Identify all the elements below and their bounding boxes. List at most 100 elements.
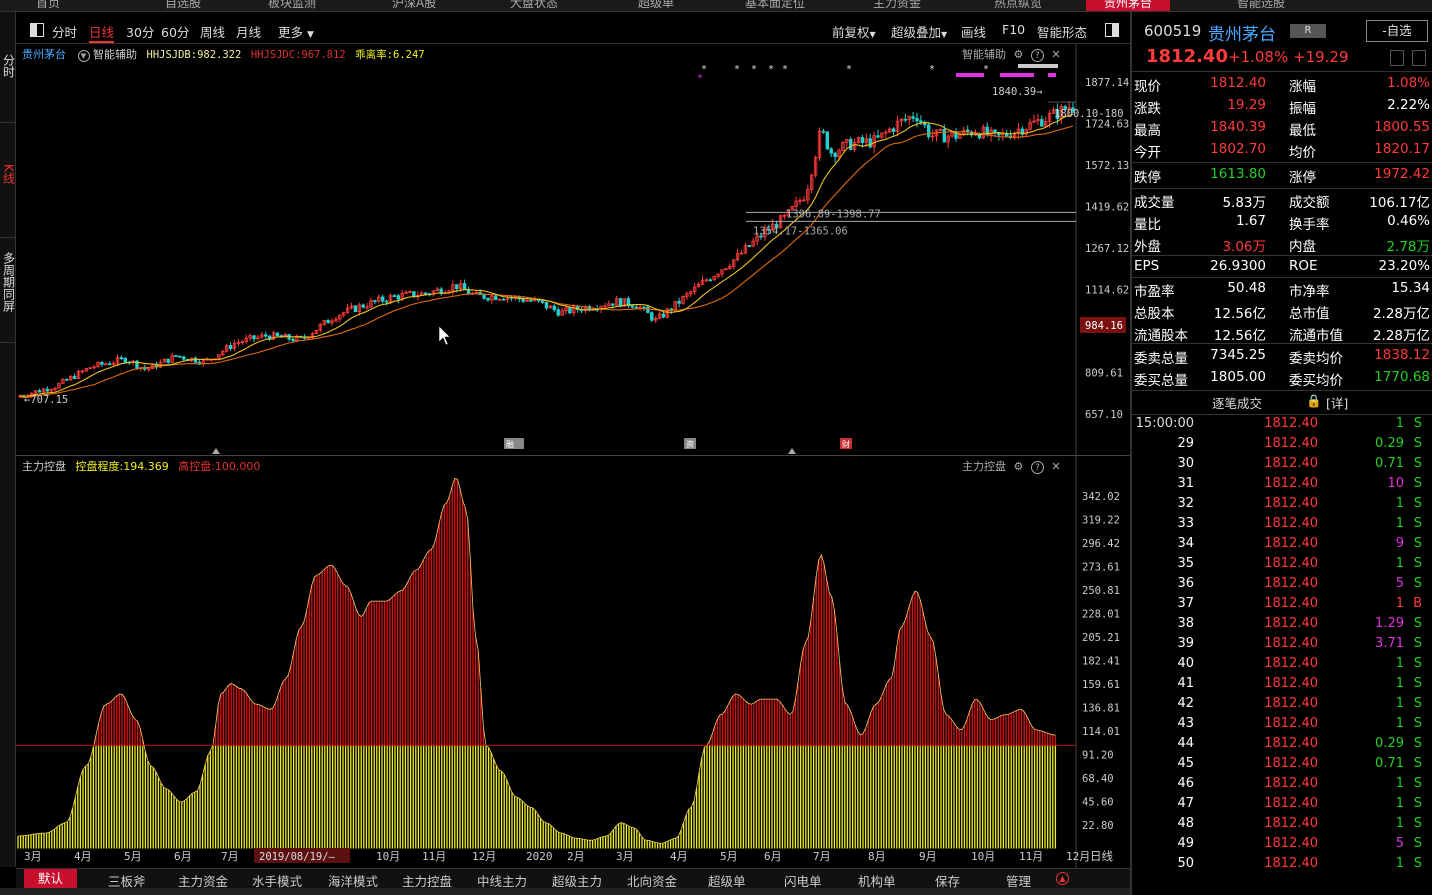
annot-high: 1840.39→ (992, 86, 1043, 98)
tab-more[interactable]: 更多 ▼ (278, 22, 314, 41)
tick-price: 1812.40 (1264, 516, 1318, 531)
panel-toggle-icon[interactable] (30, 23, 44, 37)
help-icon[interactable]: ? (1030, 49, 1044, 62)
overlay-dropdown[interactable]: 超级叠加▼ (891, 22, 947, 41)
kline-svg[interactable]: 1877.14 1724.63 1572.13 1419.62 1267.12 1114.… (16, 44, 1130, 455)
star-marker: * (751, 64, 757, 75)
tab-daily[interactable]: 日线 (89, 22, 115, 43)
tab-monthly[interactable]: 月线 (236, 22, 261, 41)
tick-row: 33 1812.40 1 S (1132, 516, 1432, 536)
tick-price: 1812.40 (1264, 496, 1318, 511)
sidebar-fenshi[interactable]: 分时 (0, 54, 16, 84)
nav-home[interactable]: 首页 (36, 0, 60, 11)
candle-body (646, 306, 650, 314)
tick-side: S (1413, 616, 1422, 631)
indicator-chart[interactable]: 342.02 319.22 296.42 273.61 250.81 228.01 205.… (16, 455, 1130, 868)
y-tick-label: 182.41 (1082, 656, 1120, 668)
assist-label[interactable]: 智能辅助 (93, 48, 137, 61)
candle-body (829, 148, 833, 154)
candle-body (903, 118, 907, 121)
quote-value: 1.67 (1235, 213, 1266, 229)
add-watch-button[interactable]: -自选 (1366, 20, 1428, 42)
nav-stock-tab[interactable]: 贵州茅台 (1086, 0, 1171, 11)
kline-chart[interactable]: 1877.14 1724.63 1572.13 1419.62 1267.12 1114.… (16, 44, 1130, 455)
gear-icon[interactable]: ⚙ (1014, 48, 1024, 61)
x-tick-label: 12月 (472, 850, 496, 863)
nav-fundamentals[interactable]: 基本面定位 (745, 0, 805, 11)
tick-time: 29 (1177, 436, 1194, 451)
indicator-name[interactable]: 主力控盘 (22, 460, 66, 473)
layout-icon[interactable] (1105, 23, 1119, 37)
tick-side: S (1413, 456, 1422, 471)
candle-body (228, 345, 233, 349)
quote-label: 涨跌 (1134, 101, 1161, 117)
x-tick-label: 5月 (124, 850, 142, 863)
assist-right-label: 智能辅助 (962, 48, 1006, 61)
ticks-title[interactable]: 逐笔成交 (1212, 393, 1262, 412)
tick-volume: 1 (1395, 776, 1404, 791)
x-tick-label: 2020 (526, 850, 553, 863)
candle-body (455, 284, 459, 290)
tick-row: 31 1812.40 10 S (1132, 476, 1432, 496)
candle-body (291, 338, 295, 342)
indicator-right-label: 主力控盘 (962, 460, 1006, 473)
left-sidebar: 分时 K线 多周期同屏 (0, 12, 16, 867)
tab-60min[interactable]: 60分 (161, 22, 189, 41)
tab-default[interactable]: 默认 (24, 869, 78, 888)
period-label: 日线 (1090, 849, 1113, 863)
quote-label: 振幅 (1289, 101, 1316, 117)
tab-30min[interactable]: 30分 (126, 22, 154, 41)
tick-volume: 0.29 (1375, 436, 1404, 451)
gear-icon[interactable]: ⚙ (1014, 460, 1024, 473)
tab-fenshi[interactable]: 分时 (52, 22, 77, 41)
adjust-dropdown[interactable]: 前复权▼ (832, 22, 876, 41)
candle-body (275, 332, 280, 337)
f10-button[interactable]: F10 (1002, 22, 1025, 37)
quote-label: 市净率 (1289, 284, 1330, 300)
nav-super-order[interactable]: 超级单 (638, 0, 674, 11)
quote-row: 委买总量 1805.00 委买均价 1770.68 (1132, 369, 1432, 391)
arrow-up-icon[interactable]: ▲ (1056, 872, 1069, 885)
quote-value: 15.34 (1391, 280, 1430, 296)
ticks-detail-link[interactable]: [详] (1326, 393, 1348, 412)
candle-body (65, 378, 69, 381)
tick-time: 50 (1177, 856, 1194, 871)
candle-body (462, 283, 467, 290)
candle-body (252, 335, 256, 340)
quote-label: 委卖均价 (1289, 351, 1343, 367)
quote-value: 23.20% (1378, 258, 1430, 274)
nav-sector-monitor[interactable]: 板块监测 (268, 0, 316, 11)
nav-market-status[interactable]: 大盘状态 (510, 0, 558, 11)
nav-watchlist[interactable]: 自选股 (165, 0, 201, 11)
nav-main-funds[interactable]: 主力资金 (873, 0, 921, 11)
nav-smart-pick[interactable]: 智能选股 (1237, 0, 1285, 11)
close-icon[interactable]: ✕ (1051, 48, 1060, 61)
sidebar-kline[interactable]: K线 (0, 164, 16, 187)
lock-icon[interactable] (1412, 50, 1426, 66)
event-marker-label: 财 (842, 439, 850, 449)
tick-row: 37 1812.40 1 B (1132, 596, 1432, 616)
annot-right: 1800.10-180 (1054, 108, 1124, 120)
quote-label: 成交量 (1134, 195, 1175, 211)
y-tick-label: 1267.12 (1085, 243, 1129, 255)
indicator-svg[interactable]: 342.02 319.22 296.42 273.61 250.81 228.01 205.… (16, 456, 1130, 868)
dropdown-icon[interactable]: ▼ (77, 50, 90, 62)
candle-body (568, 307, 572, 314)
draw-line-button[interactable]: 画线 (961, 22, 986, 41)
tick-time: 39 (1177, 636, 1194, 651)
tab-weekly[interactable]: 周线 (200, 22, 225, 41)
quote-value: 7345.25 (1210, 347, 1266, 363)
close-icon[interactable]: ✕ (1051, 460, 1060, 473)
nav-a-shares[interactable]: 沪深A股 (392, 0, 436, 11)
x-tick-label: 8月 (868, 850, 886, 863)
tick-price: 1812.40 (1264, 636, 1318, 651)
lock-icon[interactable]: 🔒 (1306, 393, 1322, 409)
help-icon[interactable]: ? (1030, 461, 1044, 474)
doc-icon[interactable] (1390, 50, 1404, 66)
divider (1132, 343, 1432, 344)
smart-pattern-button[interactable]: 智能形态 (1037, 22, 1087, 41)
tick-side: S (1413, 636, 1422, 651)
nav-hotspot[interactable]: 热点纵览 (994, 0, 1042, 11)
tick-side: S (1413, 536, 1422, 551)
sidebar-multi-period[interactable]: 多周期同屏 (0, 252, 16, 315)
